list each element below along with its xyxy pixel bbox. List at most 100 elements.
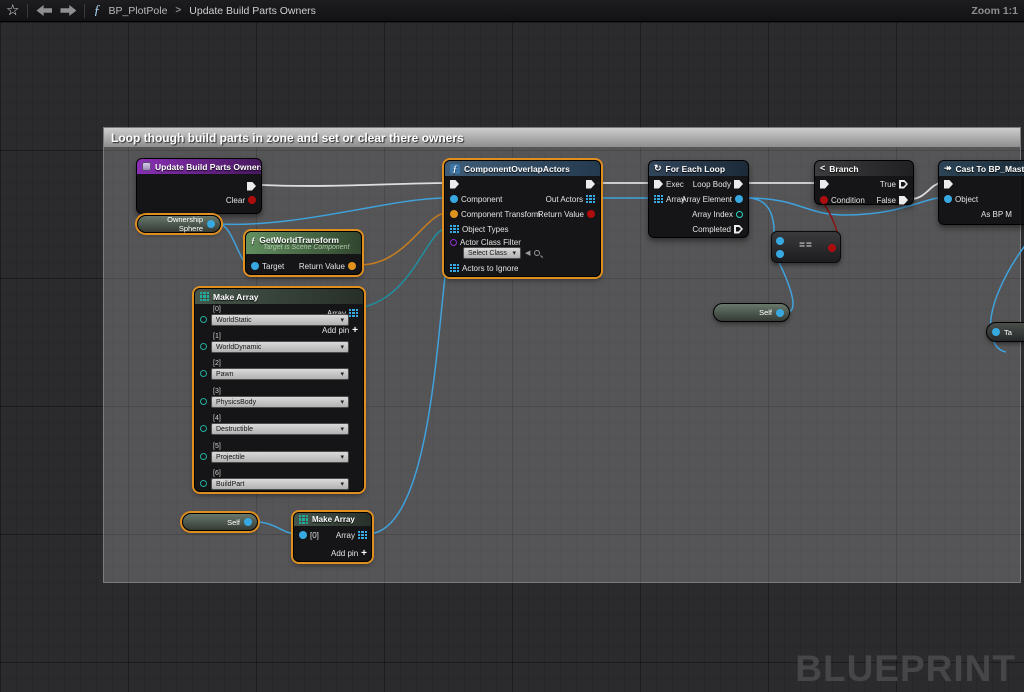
true-pin[interactable] xyxy=(899,180,908,189)
chevron-down-icon: ▾ xyxy=(340,370,344,378)
element-pin[interactable] xyxy=(200,398,207,405)
as-cast-label: As BP M xyxy=(981,210,1012,219)
clear-bool-pin[interactable] xyxy=(248,196,256,204)
node-update-build-parts-owners[interactable]: Update Build Parts Owners Clear xyxy=(136,158,262,214)
forward-arrow-icon[interactable] xyxy=(60,5,76,16)
pin-label: Object xyxy=(955,195,978,204)
target-in-pin[interactable] xyxy=(992,328,1000,336)
exec-in-pin[interactable] xyxy=(820,180,829,189)
pin-label: Return Value xyxy=(538,210,584,219)
node-title: Make Array xyxy=(213,292,259,302)
node-subtitle: Target is Scene Component xyxy=(251,244,356,251)
compare-result-pin[interactable] xyxy=(828,244,836,252)
node-for-each-loop[interactable]: ↻ For Each Loop Exec Loop Body Array Arr… xyxy=(648,160,749,238)
dropdown-value: Destructible xyxy=(216,426,253,433)
component-transform-pin[interactable] xyxy=(450,210,458,218)
pin-label: Object Types xyxy=(462,225,509,234)
object-pin[interactable] xyxy=(944,195,952,203)
component-pin[interactable] xyxy=(450,195,458,203)
comment-title: Loop though build parts in zone and set … xyxy=(111,131,464,145)
comment-header[interactable]: Loop though build parts in zone and set … xyxy=(104,128,1020,147)
node-self-middle[interactable]: Self xyxy=(713,303,790,322)
array-element-pin[interactable] xyxy=(735,195,743,203)
target-pin[interactable] xyxy=(251,262,259,270)
use-asset-icon[interactable]: ◀ xyxy=(525,249,530,257)
completed-pin[interactable] xyxy=(734,225,743,234)
actor-class-filter-pin[interactable] xyxy=(450,239,457,246)
plus-icon[interactable]: + xyxy=(361,548,367,559)
enum-dropdown[interactable]: WorldStatic ▾ xyxy=(211,314,349,326)
back-arrow-icon[interactable] xyxy=(36,5,52,16)
pin-label: False xyxy=(876,196,896,205)
node-ownership-sphere[interactable]: Ownership Sphere xyxy=(137,215,221,233)
favorite-star-icon[interactable]: ☆ xyxy=(6,3,19,18)
object-types-pin[interactable] xyxy=(450,225,459,234)
false-pin[interactable] xyxy=(899,196,908,205)
node-title: Branch xyxy=(829,164,858,174)
exec-in-pin[interactable] xyxy=(944,180,953,189)
node-component-overlap-actors[interactable]: ƒ ComponentOverlapActors Component Out A… xyxy=(444,160,601,277)
node-get-world-transform[interactable]: ƒ GetWorldTransform Target is Scene Comp… xyxy=(245,231,362,275)
out-actors-pin[interactable] xyxy=(586,195,595,204)
enum-dropdown[interactable]: Destructible ▾ xyxy=(211,423,349,435)
select-class-dropdown[interactable]: Select Class ▾ xyxy=(463,247,521,259)
exec-in-pin[interactable] xyxy=(654,180,663,189)
enum-dropdown[interactable]: BuildPart ▾ xyxy=(211,478,349,490)
add-pin-label[interactable]: Add pin xyxy=(331,549,358,558)
compare-input-b-pin[interactable] xyxy=(776,250,784,258)
return-value-pin[interactable] xyxy=(587,210,595,218)
self-out-pin[interactable] xyxy=(244,518,252,526)
browse-icon[interactable] xyxy=(534,250,540,256)
enum-dropdown[interactable]: WorldDynamic ▾ xyxy=(211,341,349,353)
array-entry-2: [2] Pawn ▾ xyxy=(200,360,358,380)
loop-icon: ↻ xyxy=(654,164,662,173)
exec-out-pin[interactable] xyxy=(586,180,595,189)
object-out-pin[interactable] xyxy=(207,220,215,228)
node-title: For Each Loop xyxy=(666,164,726,174)
breadcrumb-root[interactable]: BP_PlotPole xyxy=(108,5,167,17)
node-branch[interactable]: < Branch True Condition False xyxy=(814,160,914,205)
array-out-pin[interactable] xyxy=(358,531,367,540)
node-make-array-ignore[interactable]: Make Array [0] Array + Add pin xyxy=(293,512,372,562)
enum-dropdown[interactable]: Pawn ▾ xyxy=(211,368,349,380)
breadcrumb-current[interactable]: Update Build Parts Owners xyxy=(189,5,316,17)
element-pin[interactable] xyxy=(200,453,207,460)
self-out-pin[interactable] xyxy=(776,309,784,317)
pin-label: Array xyxy=(336,531,355,540)
toolbar: ☆ ƒ BP_PlotPole > Update Build Parts Own… xyxy=(0,0,1024,22)
pin-label: Out Actors xyxy=(546,195,583,204)
node-target-partial[interactable]: Ta xyxy=(986,322,1024,342)
enum-dropdown[interactable]: PhysicsBody ▾ xyxy=(211,396,349,408)
pin-label: Condition xyxy=(831,196,865,205)
array-in-pin[interactable] xyxy=(654,195,663,204)
node-self-bottom[interactable]: Self xyxy=(182,513,258,531)
array-entry-4: [4] Destructible ▾ xyxy=(200,415,358,435)
node-cast-to-bp-master[interactable]: ↠ Cast To BP_Master Object As BP M xyxy=(938,160,1024,225)
chevron-down-icon: ▾ xyxy=(512,249,516,257)
exec-in-pin[interactable] xyxy=(450,180,459,189)
blueprint-graph-canvas[interactable]: Loop though build parts in zone and set … xyxy=(0,22,1024,692)
node-title: ComponentOverlapActors xyxy=(464,164,570,174)
element-pin[interactable] xyxy=(200,316,207,323)
array-entry-1: [1] WorldDynamic ▾ xyxy=(200,333,358,353)
actors-to-ignore-pin[interactable] xyxy=(450,264,459,273)
node-equal-compare[interactable]: == xyxy=(771,231,841,263)
return-value-pin[interactable] xyxy=(348,262,356,270)
element-pin[interactable] xyxy=(200,480,207,487)
array-index-pin[interactable] xyxy=(736,211,743,218)
pin-label: Loop Body xyxy=(693,180,731,189)
pin-label: Target xyxy=(262,262,284,271)
element-pin[interactable] xyxy=(200,370,207,377)
enum-dropdown[interactable]: Projectile ▾ xyxy=(211,451,349,463)
loop-body-pin[interactable] xyxy=(734,180,743,189)
pin-label: Component Transform xyxy=(461,210,541,219)
element-pin[interactable] xyxy=(200,425,207,432)
condition-pin[interactable] xyxy=(820,196,828,204)
array-entry-6: [6] BuildPart ▾ xyxy=(200,470,358,490)
element-0-pin[interactable] xyxy=(299,531,307,539)
entry-index: [0] xyxy=(310,531,319,540)
element-pin[interactable] xyxy=(200,343,207,350)
node-make-array-types[interactable]: Make Array Array + Add pin [0] WorldStat… xyxy=(194,288,364,492)
exec-out-pin[interactable] xyxy=(247,182,256,191)
chevron-down-icon: ▾ xyxy=(340,316,344,324)
